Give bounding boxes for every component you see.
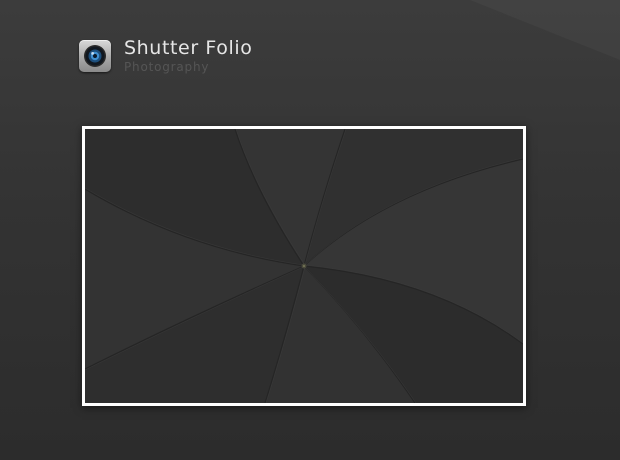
site-header: Shutter Folio Photography bbox=[79, 38, 252, 74]
brand-text: Shutter Folio Photography bbox=[124, 38, 252, 75]
site-title[interactable]: Shutter Folio bbox=[124, 38, 252, 58]
site-subtitle: Photography bbox=[124, 60, 210, 74]
logo-link[interactable] bbox=[79, 40, 111, 72]
aperture-shutter-icon bbox=[85, 129, 523, 403]
photo-viewer-frame[interactable] bbox=[82, 126, 526, 406]
camera-lens-icon bbox=[84, 45, 106, 67]
